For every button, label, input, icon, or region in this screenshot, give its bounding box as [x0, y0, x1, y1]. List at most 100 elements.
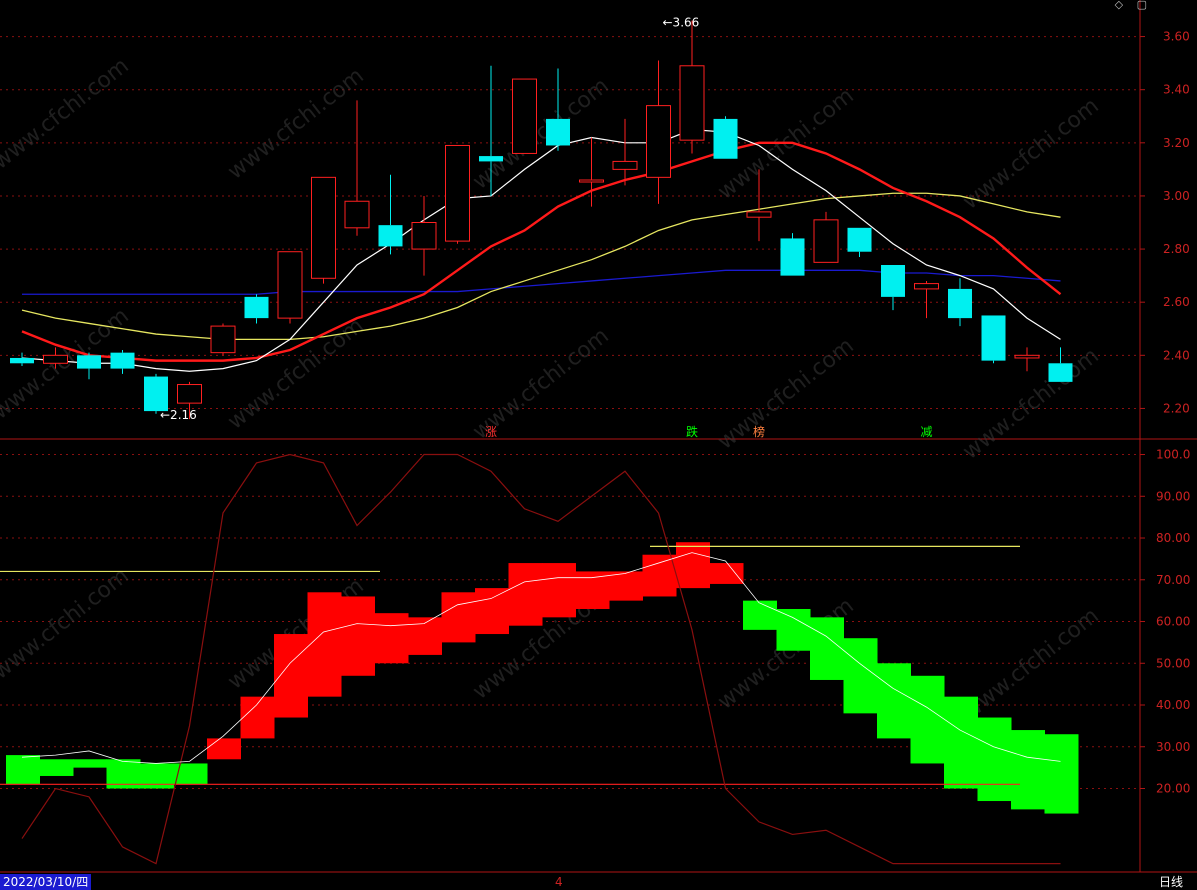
- candle[interactable]: [411, 195, 437, 276]
- indicator-block[interactable]: [307, 592, 342, 697]
- indicator-block[interactable]: [274, 634, 308, 718]
- price-extremes: ←3.66 ←2.16: [160, 16, 699, 422]
- candle-body-up: [512, 78, 537, 154]
- indicator-blocks[interactable]: [6, 542, 1079, 814]
- candle-body-down: [981, 315, 1006, 361]
- signal-label: 减: [921, 425, 933, 439]
- candle-body-up: [210, 325, 236, 354]
- candle-body-up: [646, 105, 671, 178]
- indicator-block[interactable]: [743, 600, 777, 630]
- candle-body-down: [546, 118, 570, 146]
- candle[interactable]: [679, 20, 705, 154]
- candle[interactable]: [612, 118, 638, 186]
- price-tick-label: 2.60: [1163, 295, 1190, 309]
- candle[interactable]: [210, 323, 236, 356]
- price-tick-label: 3.00: [1163, 189, 1190, 203]
- indicator-tick-label: 50.00: [1156, 656, 1190, 670]
- candle[interactable]: [881, 265, 905, 311]
- candle-body-up: [277, 251, 303, 319]
- candle-body-up: [679, 65, 705, 141]
- indicator-block[interactable]: [341, 596, 375, 676]
- candle[interactable]: [914, 280, 939, 319]
- candle-body-up: [344, 200, 370, 229]
- candle[interactable]: [512, 78, 537, 154]
- candle[interactable]: [847, 227, 872, 258]
- candle-body-down: [881, 265, 905, 297]
- indicator-block[interactable]: [810, 617, 844, 680]
- candle[interactable]: [981, 315, 1006, 364]
- indicator-block[interactable]: [207, 738, 241, 760]
- indicator-block[interactable]: [374, 613, 409, 664]
- diamond-icon[interactable]: ◇: [1115, 0, 1123, 11]
- price-axis: 3.60 3.40 3.20 3.00 2.80 2.60 2.40 2.20 100.0 90.…: [1140, 30, 1190, 796]
- candle[interactable]: [713, 116, 738, 159]
- indicator-block[interactable]: [6, 755, 40, 785]
- indicator-tick-label: 80.00: [1156, 531, 1190, 545]
- indicator-block[interactable]: [240, 696, 275, 739]
- indicator-block[interactable]: [676, 542, 710, 589]
- candle[interactable]: [277, 251, 303, 324]
- indicator-block[interactable]: [441, 592, 476, 643]
- indicator-block[interactable]: [173, 763, 208, 785]
- indicator-tick-label: 30.00: [1156, 740, 1190, 754]
- candle[interactable]: [445, 144, 470, 244]
- price-tick-label: 3.40: [1163, 83, 1190, 97]
- candle[interactable]: [646, 60, 671, 204]
- indicator-block[interactable]: [475, 588, 509, 635]
- watermark: www.cfchi.com: [958, 93, 1103, 214]
- indicator-block[interactable]: [73, 759, 107, 768]
- indicator-block[interactable]: [1044, 734, 1079, 814]
- indicator-block[interactable]: [877, 663, 911, 739]
- indicator-block[interactable]: [977, 717, 1012, 802]
- candle[interactable]: [311, 176, 336, 284]
- candle[interactable]: [1014, 347, 1040, 372]
- candle-body-down: [780, 238, 805, 276]
- cursor-marker: 4: [555, 875, 563, 889]
- candle[interactable]: [77, 352, 101, 380]
- candle[interactable]: [378, 174, 403, 255]
- indicator-block[interactable]: [642, 554, 677, 597]
- indicator-block[interactable]: [542, 563, 576, 618]
- square-icon[interactable]: ▢: [1137, 0, 1147, 11]
- indicator-block[interactable]: [575, 571, 610, 609]
- indicator-tick-label: 70.00: [1156, 573, 1190, 587]
- date-label: 2022/03/10/四: [0, 874, 92, 890]
- watermark: www.cfchi.com: [223, 63, 368, 184]
- indicator-block[interactable]: [709, 563, 744, 584]
- indicator-block[interactable]: [508, 563, 543, 626]
- candle-body-up: [43, 354, 68, 364]
- watermark: www.cfchi.com: [223, 313, 368, 434]
- indicator-block[interactable]: [944, 696, 978, 789]
- period-label[interactable]: 日线: [1159, 874, 1183, 890]
- indicator-block[interactable]: [609, 571, 643, 601]
- indicator-block[interactable]: [843, 638, 878, 714]
- candle[interactable]: [780, 233, 805, 276]
- signal-label: 榜: [753, 424, 765, 439]
- watermark: www.cfchi.com: [0, 53, 134, 174]
- candle[interactable]: [1048, 347, 1073, 382]
- extreme-label: ←2.16: [160, 408, 197, 422]
- indicator-tick-label: 20.00: [1156, 782, 1190, 796]
- candle-body-down: [244, 296, 269, 319]
- signal-label: 跌: [686, 424, 698, 439]
- ma5-line: [21, 128, 1061, 372]
- candle[interactable]: [948, 278, 972, 327]
- price-tick-label: 2.20: [1163, 401, 1190, 415]
- candle[interactable]: [344, 100, 370, 236]
- indicator-block[interactable]: [1011, 730, 1045, 810]
- top-icons: ◇ ▢: [1105, 0, 1147, 10]
- watermark: www.cfchi.com: [958, 603, 1103, 724]
- indicator-block[interactable]: [39, 759, 74, 776]
- candle-body-up: [612, 160, 638, 170]
- indicator-block[interactable]: [776, 608, 811, 651]
- candle[interactable]: [813, 211, 839, 263]
- candle-body-up: [1014, 354, 1040, 359]
- candle-body-up: [579, 179, 604, 183]
- candle[interactable]: [110, 350, 135, 374]
- candle[interactable]: [244, 294, 269, 324]
- candle[interactable]: [10, 352, 34, 366]
- indicator-block[interactable]: [910, 675, 945, 764]
- candle-body-down: [847, 227, 872, 252]
- indicator-tick-label: 100.0: [1156, 448, 1190, 462]
- stock-chart[interactable]: www.cfchi.com www.cfchi.com www.cfchi.com w…: [0, 0, 1197, 890]
